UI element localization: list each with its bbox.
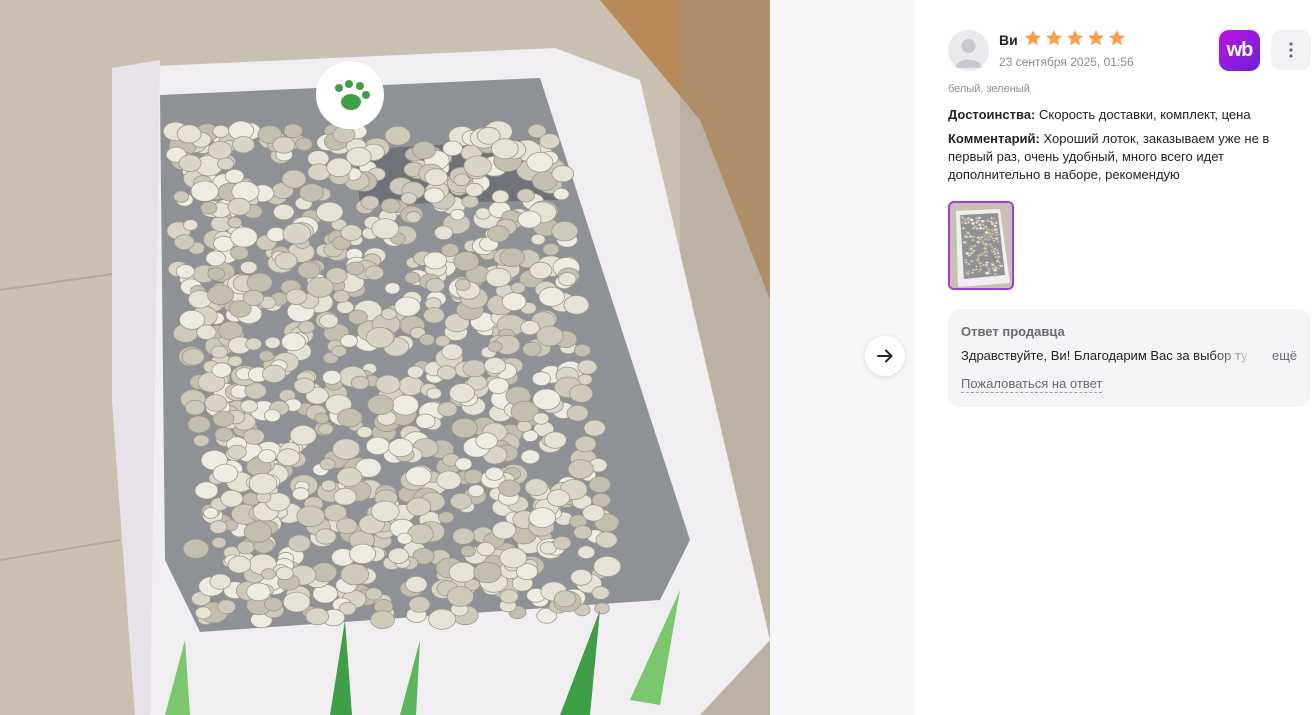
seller-answer: Ответ продавца Здравствуйте, Ви! Благода… — [948, 309, 1310, 407]
star-icon — [1066, 30, 1084, 46]
review-pros: Достоинства: Скорость доставки, комплект… — [948, 106, 1282, 124]
product-variant: белый, зеленый — [948, 83, 1030, 95]
review-photo-image — [0, 0, 770, 715]
next-photo-button[interactable] — [865, 336, 905, 376]
pros-label: Достоинства: — [948, 107, 1036, 122]
review-comment: Комментарий: Хороший лоток, заказываем у… — [948, 130, 1282, 184]
comment-label: Комментарий: — [948, 131, 1040, 146]
complain-link[interactable]: Пожаловаться на ответ — [961, 376, 1103, 393]
star-icon — [1087, 30, 1105, 46]
star-icon — [1108, 30, 1126, 46]
seller-answer-title: Ответ продавца — [961, 324, 1065, 339]
photo-thumbnail[interactable] — [948, 201, 1014, 290]
star-icon — [1045, 30, 1063, 46]
show-more-link[interactable]: ещё — [1272, 348, 1297, 363]
rating-stars — [1024, 29, 1126, 47]
user-avatar-icon — [948, 30, 989, 71]
review-photo — [0, 0, 770, 715]
star-icon — [1024, 30, 1042, 46]
more-vertical-icon — [1289, 42, 1293, 58]
photo-viewer — [0, 0, 915, 715]
review-date: 23 сентября 2025, 01:56 — [999, 55, 1134, 69]
arrow-right-icon — [877, 349, 893, 363]
pros-text: Скорость доставки, комплект, цена — [1039, 107, 1251, 122]
more-options-button[interactable] — [1271, 30, 1311, 70]
wildberries-logo: wb — [1219, 30, 1260, 71]
seller-answer-text: Здравствуйте, Ви! Благодарим Вас за выбо… — [961, 348, 1248, 363]
author-name: Ви — [999, 32, 1018, 48]
review-card: Ви 23 сентября 2025, 01:56 wb белый, зел… — [948, 0, 1312, 715]
